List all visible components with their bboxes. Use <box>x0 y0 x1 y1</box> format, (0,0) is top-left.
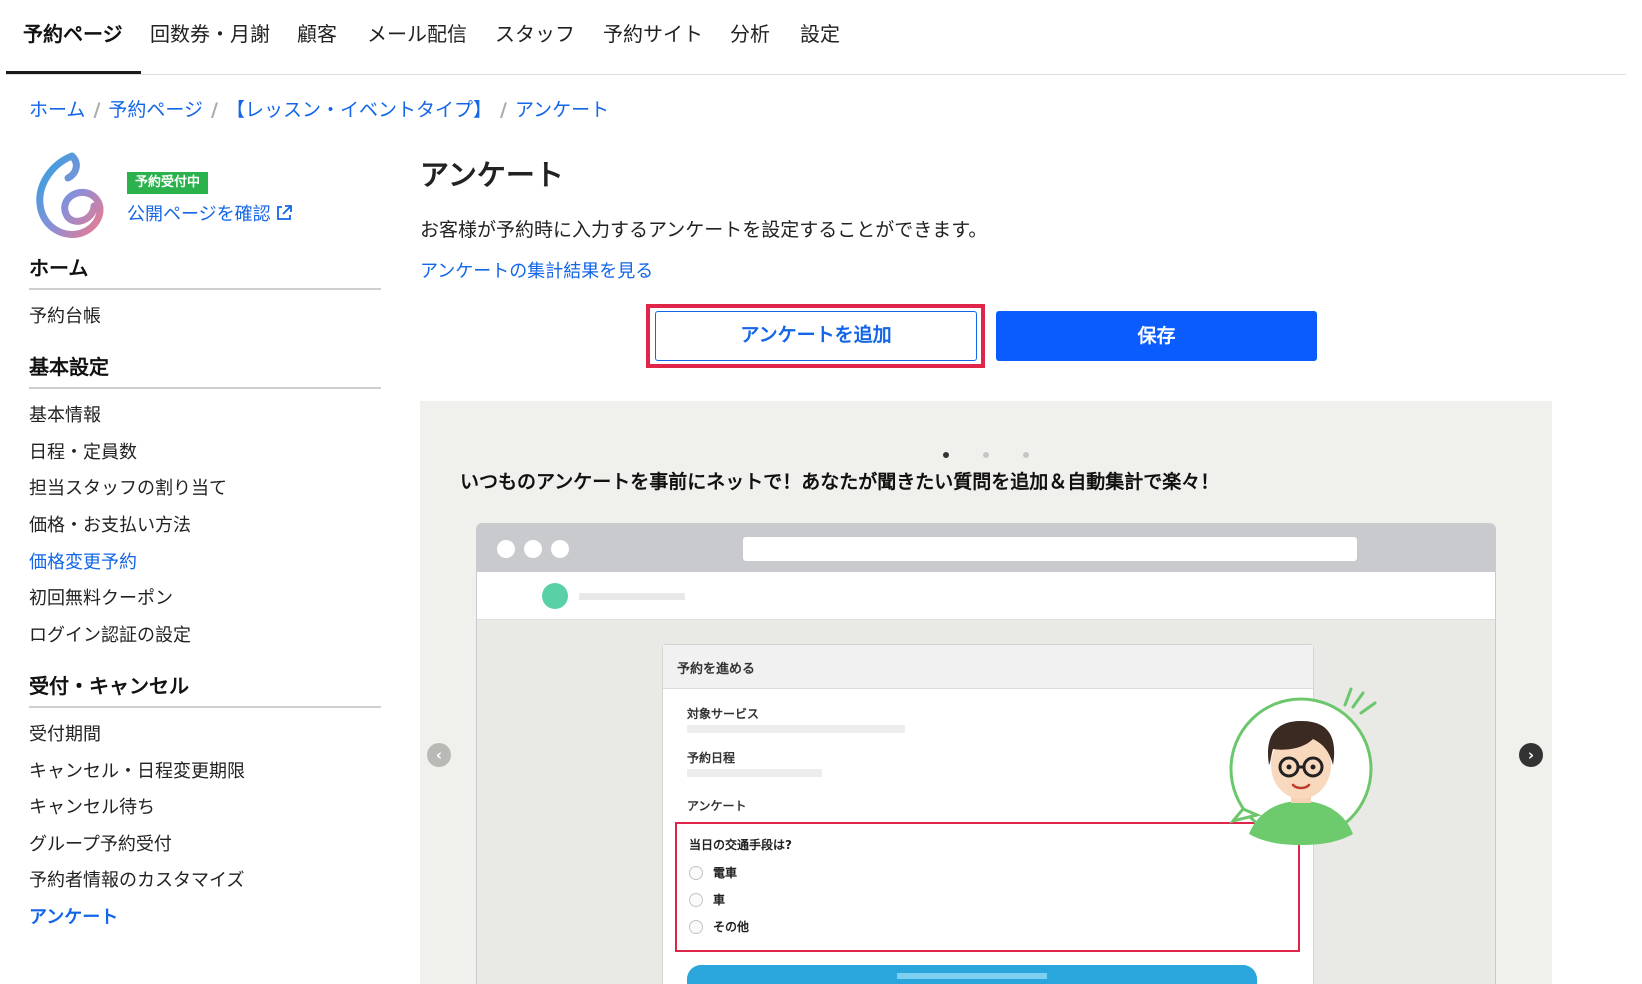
tab-tickets[interactable]: 回数券・月謝 <box>150 18 270 47</box>
form-field-label: 予約日程 <box>687 751 736 765</box>
form-field-placeholder <box>687 769 822 777</box>
section-title-home: ホーム <box>29 256 89 280</box>
sidebar-item-cancel-deadline[interactable]: キャンセル・日程変更期限 <box>29 757 245 783</box>
carousel-headline: いつものアンケートを事前にネットで！あなたが聞きたい質問を追加＆自動集計で楽々！ <box>460 471 1220 493</box>
sidebar-item-reception-period[interactable]: 受付期間 <box>29 720 101 746</box>
sidebar-item-login-auth[interactable]: ログイン認証の設定 <box>29 621 191 647</box>
public-page-link-label: 公開ページを確認 <box>127 204 271 225</box>
top-nav: 予約ページ 回数券・月謝 顧客 メール配信 スタッフ 予約サイト 分析 設定 <box>6 0 1626 75</box>
sidebar-item-customize[interactable]: 予約者情報のカスタマイズ <box>29 866 244 892</box>
survey-option: その他 <box>689 918 749 935</box>
form-field-label: 対象サービス <box>687 707 760 721</box>
section-title-basic-settings: 基本設定 <box>29 355 109 379</box>
tab-settings[interactable]: 設定 <box>800 18 840 47</box>
carousel-dot[interactable] <box>1023 452 1029 458</box>
app-logo-icon <box>36 152 104 238</box>
survey-question-highlight: 当日の交通手段は? 電車 車 その他 <box>675 822 1300 952</box>
sidebar-item-price-change[interactable]: 価格変更予約 <box>29 548 137 574</box>
browser-toolbar <box>477 524 1495 572</box>
form-field-placeholder <box>687 725 905 733</box>
sidebar-item-basic-info[interactable]: 基本情報 <box>29 401 101 427</box>
section-title-reception: 受付・キャンセル <box>29 674 189 698</box>
radio-icon <box>689 866 703 880</box>
tab-mail[interactable]: メール配信 <box>367 18 467 47</box>
public-page-link[interactable]: 公開ページを確認 <box>127 200 293 226</box>
carousel-dot[interactable] <box>943 452 949 458</box>
breadcrumb-survey[interactable]: アンケート <box>515 99 609 121</box>
reservation-form-card: 予約を進める 対象サービス 予約日程 アンケート 当日の交通手段は? 電車 車 … <box>662 644 1314 984</box>
sidebar-item-ledger[interactable]: 予約台帳 <box>29 302 101 328</box>
form-next-button <box>687 965 1257 984</box>
status-badge: 予約受付中 <box>127 172 209 194</box>
sidebar-item-price[interactable]: 価格・お支払い方法 <box>29 511 191 537</box>
sidebar-item-group[interactable]: グループ予約受付 <box>29 830 172 856</box>
sidebar-item-schedule[interactable]: 日程・定員数 <box>29 438 137 464</box>
sidebar-item-survey[interactable]: アンケート <box>29 903 118 929</box>
form-header-title: 予約を進める <box>677 662 756 677</box>
site-logo-icon <box>542 583 568 609</box>
feature-carousel: いつものアンケートを事前にネットで！あなたが聞きたい質問を追加＆自動集計で楽々！… <box>420 401 1552 984</box>
customer-avatar-icon <box>1229 687 1377 845</box>
tab-staff[interactable]: スタッフ <box>495 18 575 47</box>
section-divider <box>29 706 381 708</box>
browser-dot <box>497 540 515 558</box>
active-tab-indicator <box>6 71 141 74</box>
carousel-next-icon[interactable]: › <box>1519 743 1543 767</box>
save-button[interactable]: 保存 <box>996 311 1317 361</box>
browser-illustration: 予約を進める 対象サービス 予約日程 アンケート 当日の交通手段は? 電車 車 … <box>476 523 1496 984</box>
carousel-prev-icon[interactable]: ‹ <box>427 743 451 767</box>
survey-question: 当日の交通手段は? <box>689 838 792 852</box>
browser-site-header <box>477 572 1495 620</box>
breadcrumb-home[interactable]: ホーム <box>29 99 85 121</box>
sidebar-item-staff-assign[interactable]: 担当スタッフの割り当て <box>29 474 227 500</box>
breadcrumb: ホーム / 予約ページ / 【レッスン・イベントタイプ】 / アンケート <box>29 99 610 121</box>
site-name-placeholder <box>579 593 685 600</box>
carousel-dot[interactable] <box>983 452 989 458</box>
form-header: 予約を進める <box>663 645 1313 689</box>
tab-analytics[interactable]: 分析 <box>730 18 770 47</box>
browser-url-bar <box>743 537 1357 561</box>
form-field-label: アンケート <box>687 799 747 813</box>
add-survey-button[interactable]: アンケートを追加 <box>655 311 977 361</box>
browser-dot <box>551 540 569 558</box>
sidebar-item-coupon[interactable]: 初回無料クーポン <box>29 584 173 610</box>
browser-dot <box>524 540 542 558</box>
radio-icon <box>689 893 703 907</box>
survey-option: 車 <box>689 891 725 908</box>
tab-reservation-page[interactable]: 予約ページ <box>23 18 123 47</box>
survey-results-link[interactable]: アンケートの集計結果を見る <box>420 257 653 283</box>
section-divider <box>29 288 381 290</box>
section-divider <box>29 387 381 389</box>
page-title: アンケート <box>420 158 564 192</box>
page-description: お客様が予約時に入力するアンケートを設定することができます。 <box>420 219 988 241</box>
external-link-icon <box>276 205 292 220</box>
carousel-dots <box>420 443 1552 462</box>
breadcrumb-lesson-type[interactable]: 【レッスン・イベントタイプ】 <box>226 99 492 121</box>
radio-icon <box>689 920 703 934</box>
tab-reservation-site[interactable]: 予約サイト <box>603 18 703 47</box>
tab-customers[interactable]: 顧客 <box>297 18 337 47</box>
survey-option: 電車 <box>689 864 737 881</box>
breadcrumb-reservation-page[interactable]: 予約ページ <box>108 99 203 121</box>
sidebar-item-waitlist[interactable]: キャンセル待ち <box>29 793 155 819</box>
